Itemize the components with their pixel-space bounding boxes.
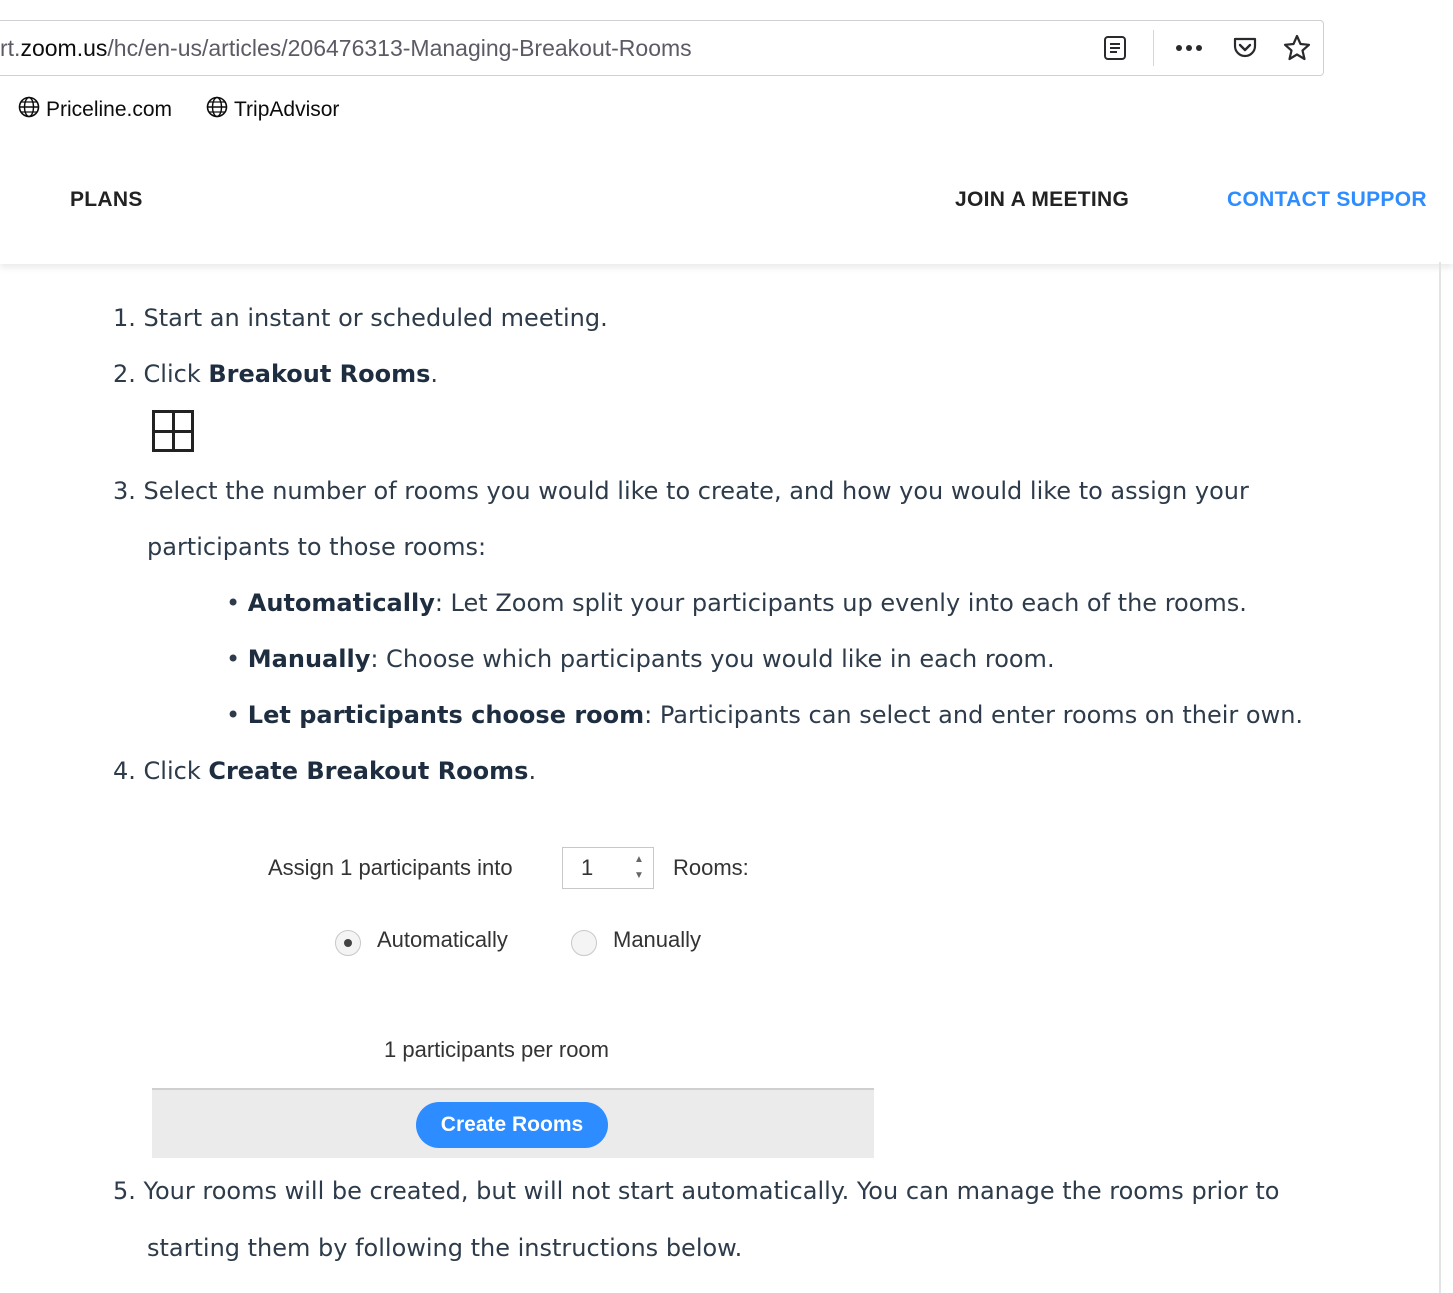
nav-join-meeting[interactable]: JOIN A MEETING	[955, 188, 1129, 212]
step-3-line-1: 3. Select the number of rooms you would …	[113, 477, 1249, 505]
bullet-manually: • Manually: Choose which participants yo…	[226, 645, 1055, 673]
breakout-rooms-grid-icon	[152, 410, 194, 452]
stepper-arrows[interactable]: ▲ ▼	[631, 852, 647, 884]
dialog-footer: Create Rooms	[152, 1088, 874, 1158]
bookmark-label: TripAdvisor	[234, 98, 340, 121]
bookmark-label: Priceline.com	[46, 98, 173, 121]
bullet-automatically: • Automatically: Let Zoom split your par…	[226, 589, 1247, 617]
bullet-title: Let participants choose room	[247, 701, 645, 729]
nav-contact-support[interactable]: CONTACT SUPPOR	[1227, 188, 1427, 212]
radio-manually-label[interactable]: Manually	[613, 927, 701, 953]
radio-selected-dot	[344, 939, 352, 947]
participants-per-room: 1 participants per room	[384, 1037, 609, 1062]
bullet-title: Manually	[247, 645, 371, 673]
rooms-label: Rooms:	[673, 855, 749, 880]
assign-label: Assign 1 participants into	[268, 855, 513, 880]
bullet-text: : Choose which participants you would li…	[370, 645, 1055, 673]
page-scroll-edge	[1439, 262, 1441, 1293]
bullet-title: Automatically	[247, 589, 435, 617]
globe-icon	[18, 96, 40, 124]
bullet-dot: •	[226, 589, 248, 617]
radio-manually[interactable]	[571, 930, 597, 956]
stepper-down-icon[interactable]: ▼	[631, 868, 647, 884]
step-2-suffix: .	[430, 360, 439, 388]
bullet-dot: •	[226, 645, 248, 673]
step-5-line-2: starting them by following the instructi…	[147, 1234, 743, 1262]
step-2: 2. Click Breakout Rooms.	[113, 360, 438, 388]
address-bar[interactable]: rt.zoom.us/hc/en-us/articles/206476313-M…	[0, 20, 1324, 76]
toolbar-separator	[1153, 30, 1154, 66]
radio-automatically[interactable]	[335, 930, 361, 956]
bullet-text: : Let Zoom split your participants up ev…	[434, 589, 1247, 617]
step-4-suffix: .	[528, 757, 537, 785]
step-5-line-1: 5. Your rooms will be created, but will …	[113, 1177, 1280, 1205]
bullet-text: : Participants can select and enter room…	[644, 701, 1304, 729]
step-2-emphasis: Breakout Rooms	[208, 360, 431, 388]
step-2-prefix: 2. Click	[113, 360, 209, 388]
url-text[interactable]: rt.zoom.us/hc/en-us/articles/206476313-M…	[0, 35, 692, 62]
rooms-count-stepper[interactable]: 1 ▲ ▼	[562, 847, 654, 889]
stepper-up-icon[interactable]: ▲	[631, 852, 647, 868]
step-4: 4. Click Create Breakout Rooms.	[113, 757, 536, 785]
step-4-emphasis: Create Breakout Rooms	[208, 757, 529, 785]
bullet-let-participants-choose: • Let participants choose room: Particip…	[226, 701, 1303, 729]
site-navigation: PLANS JOIN A MEETING CONTACT SUPPOR	[0, 140, 1453, 264]
create-rooms-button[interactable]: Create Rooms	[416, 1102, 608, 1148]
more-actions-icon[interactable]	[1174, 33, 1204, 63]
bookmark-priceline[interactable]: Priceline.com	[18, 96, 172, 124]
nav-plans[interactable]: PLANS	[70, 188, 143, 212]
rooms-count-value: 1	[581, 855, 594, 880]
radio-automatically-label[interactable]: Automatically	[377, 927, 508, 953]
step-4-prefix: 4. Click	[113, 757, 209, 785]
bookmark-star-icon[interactable]	[1282, 33, 1312, 63]
step-3-line-2: participants to those rooms:	[147, 533, 487, 561]
globe-icon	[206, 96, 228, 124]
bookmark-tripadvisor[interactable]: TripAdvisor	[206, 96, 339, 124]
browser-chrome: rt.zoom.us/hc/en-us/articles/206476313-M…	[0, 0, 1453, 140]
step-1: 1. Start an instant or scheduled meeting…	[113, 304, 608, 332]
url-domain: zoom.us	[20, 35, 108, 61]
reader-view-icon[interactable]	[1100, 33, 1130, 63]
bullet-dot: •	[226, 701, 248, 729]
url-path: /hc/en-us/articles/206476313-Managing-Br…	[107, 35, 692, 61]
url-prefix: rt.	[0, 35, 21, 61]
pocket-icon[interactable]	[1230, 33, 1260, 63]
